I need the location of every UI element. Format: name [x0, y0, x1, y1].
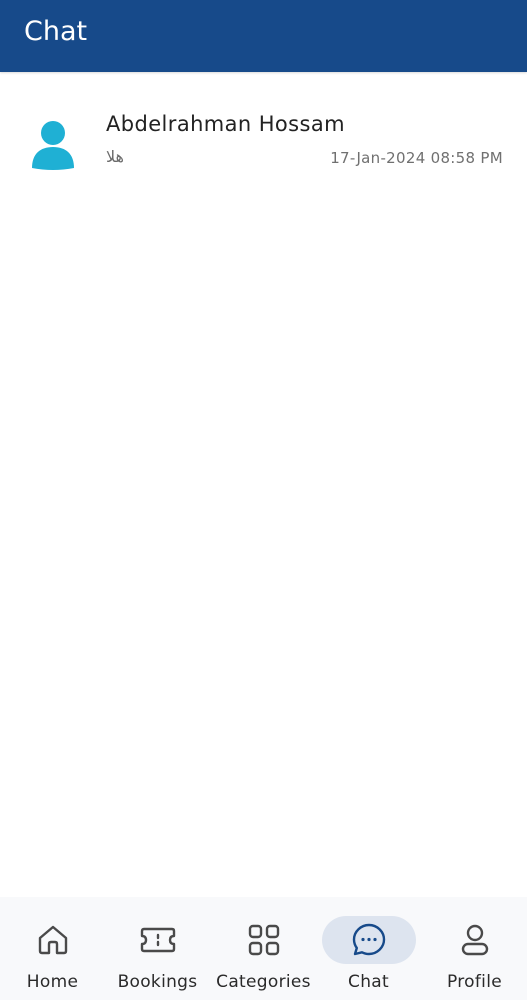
bottom-navigation: Home Bookings Categories Chat Profile	[0, 897, 527, 1000]
nav-item-categories[interactable]: Categories	[211, 897, 316, 1000]
ticket-icon	[140, 927, 175, 953]
message-timestamp: 17-Jan-2024 08:58 PM	[330, 149, 503, 167]
nav-item-chat[interactable]: Chat	[316, 897, 421, 1000]
last-message-preview: هلا	[106, 147, 124, 166]
nav-icon-container	[6, 916, 100, 964]
chat-bubble-icon	[352, 923, 385, 956]
nav-label-profile: Profile	[447, 972, 502, 992]
contact-name: Abdelrahman Hossam	[106, 112, 345, 136]
profile-icon	[461, 924, 488, 956]
nav-label-home: Home	[26, 972, 79, 992]
person-icon	[32, 121, 74, 170]
nav-label-chat: Chat	[348, 972, 389, 992]
nav-icon-container	[428, 916, 522, 964]
nav-item-bookings[interactable]: Bookings	[105, 897, 210, 1000]
app-bar: Chat	[0, 0, 527, 72]
chat-list-item[interactable]: Abdelrahman Hossam هلا 17-Jan-2024 08:58…	[0, 96, 527, 186]
page-title: Chat	[24, 16, 88, 47]
nav-icon-container-active	[321, 916, 416, 964]
nav-label-categories: Categories	[216, 972, 311, 992]
nav-item-home[interactable]: Home	[0, 897, 105, 1000]
nav-icon-container	[111, 916, 205, 964]
nav-icon-container	[217, 916, 311, 964]
nav-item-profile[interactable]: Profile	[422, 897, 527, 1000]
nav-label-bookings: Bookings	[117, 972, 198, 992]
home-icon	[38, 925, 67, 955]
grid-icon	[248, 924, 279, 956]
